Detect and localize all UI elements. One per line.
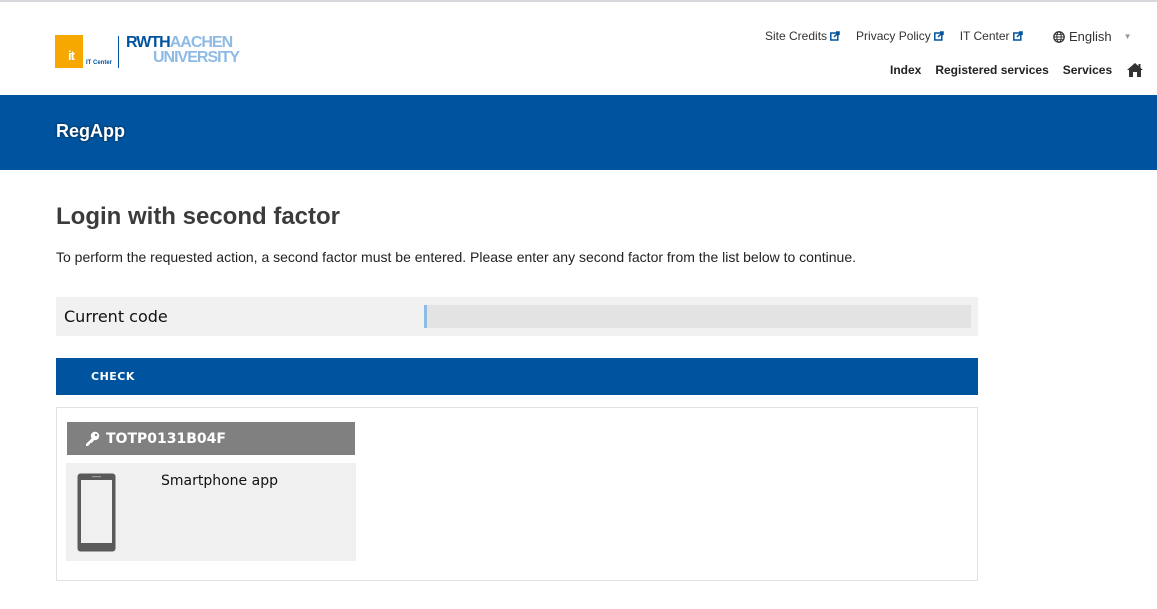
privacy-policy-link[interactable]: Privacy Policy [856,29,944,43]
smartphone-icon [77,473,116,552]
language-label: English [1069,29,1112,44]
external-link-icon [830,31,840,41]
app-banner: RegApp [0,95,1157,170]
nav-index[interactable]: Index [890,63,921,77]
site-credits-link[interactable]: Site Credits [765,29,840,43]
nav-services[interactable]: Services [1063,63,1112,77]
it-logo-text: it [68,48,75,63]
nav-registered-services[interactable]: Registered services [935,63,1048,77]
it-center-link-label: IT Center [959,29,1010,43]
home-icon[interactable] [1126,62,1144,78]
external-link-icon [933,31,944,41]
app-title: RegApp [56,121,125,141]
language-selector[interactable]: English ▼ [1053,29,1132,44]
token-header[interactable]: TOTP0131B04F [67,422,355,455]
caret-down-icon: ▼ [1123,32,1132,41]
token-id: TOTP0131B04F [106,430,226,447]
external-link-icon [1012,31,1023,41]
globe-icon [1053,30,1065,43]
intro-text: To perform the requested action, a secon… [56,249,857,265]
it-center-label: IT Center [86,60,113,66]
current-code-input[interactable] [424,305,971,328]
page-title: Login with second factor [56,203,341,230]
check-button[interactable]: CHECK [56,358,978,395]
it-center-link[interactable]: IT Center [960,29,1023,43]
site-credits-label: Site Credits [765,29,828,43]
site-header: it IT Center RWTHAACHEN UNIVERSITY Site … [0,4,1157,95]
current-code-row: Current code [56,297,978,336]
key-icon [86,431,100,446]
privacy-policy-label: Privacy Policy [856,29,931,43]
current-code-label: Current code [64,307,168,326]
logo-divider [118,36,119,68]
token-list: TOTP0131B04F Smartphone app [56,407,978,581]
token-body[interactable]: Smartphone app [66,463,356,561]
main-nav: Index Registered services Services [890,62,1144,78]
token-type: Smartphone app [161,473,278,489]
top-links: Site Credits Privacy Policy IT Center [765,29,1039,43]
university-text: UNIVERSITY [153,49,240,66]
